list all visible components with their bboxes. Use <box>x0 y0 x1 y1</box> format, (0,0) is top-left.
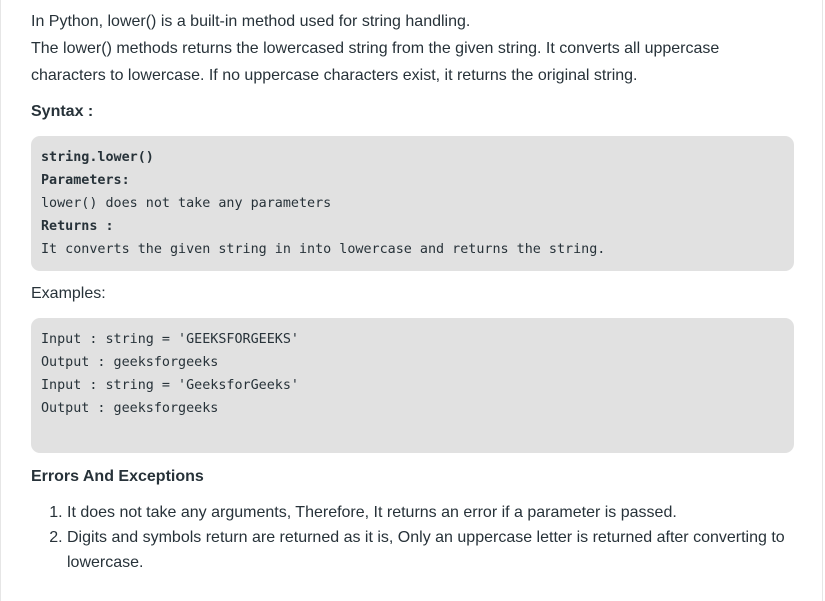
intro-line-1: In Python, lower() is a built-in method … <box>31 13 471 30</box>
syntax-code-line: lower() does not take any parameters <box>41 196 332 211</box>
examples-code-line: Input : string = 'GeeksforGeeks' <box>41 378 299 393</box>
examples-code-line: Output : geeksforgeeks <box>41 401 219 416</box>
syntax-code-line: Returns : <box>41 219 114 234</box>
list-item: Digits and symbols return are returned a… <box>67 525 795 575</box>
examples-heading: Examples: <box>31 285 106 302</box>
list-item: It does not take any arguments, Therefor… <box>67 500 795 525</box>
errors-heading: Errors And Exceptions <box>31 468 204 485</box>
examples-code-line: Input : string = 'GEEKSFORGEEKS' <box>41 332 299 347</box>
examples-code-block[interactable]: Input : string = 'GEEKSFORGEEKS' Output … <box>31 318 794 453</box>
intro-line-2: The lower() methods returns the lowercas… <box>31 40 720 57</box>
intro-line-3: characters to lowercase. If no uppercase… <box>31 67 638 84</box>
examples-code-line: Output : geeksforgeeks <box>41 355 219 370</box>
syntax-heading: Syntax : <box>31 103 94 120</box>
syntax-code-block[interactable]: string.lower() Parameters: lower() does … <box>31 136 794 271</box>
syntax-code-line: It converts the given string in into low… <box>41 242 606 257</box>
syntax-code-line: string.lower() <box>41 150 154 165</box>
syntax-code-line: Parameters: <box>41 173 130 188</box>
article-content: In Python, lower() is a built-in method … <box>31 8 795 575</box>
errors-list: It does not take any arguments, Therefor… <box>31 500 795 575</box>
